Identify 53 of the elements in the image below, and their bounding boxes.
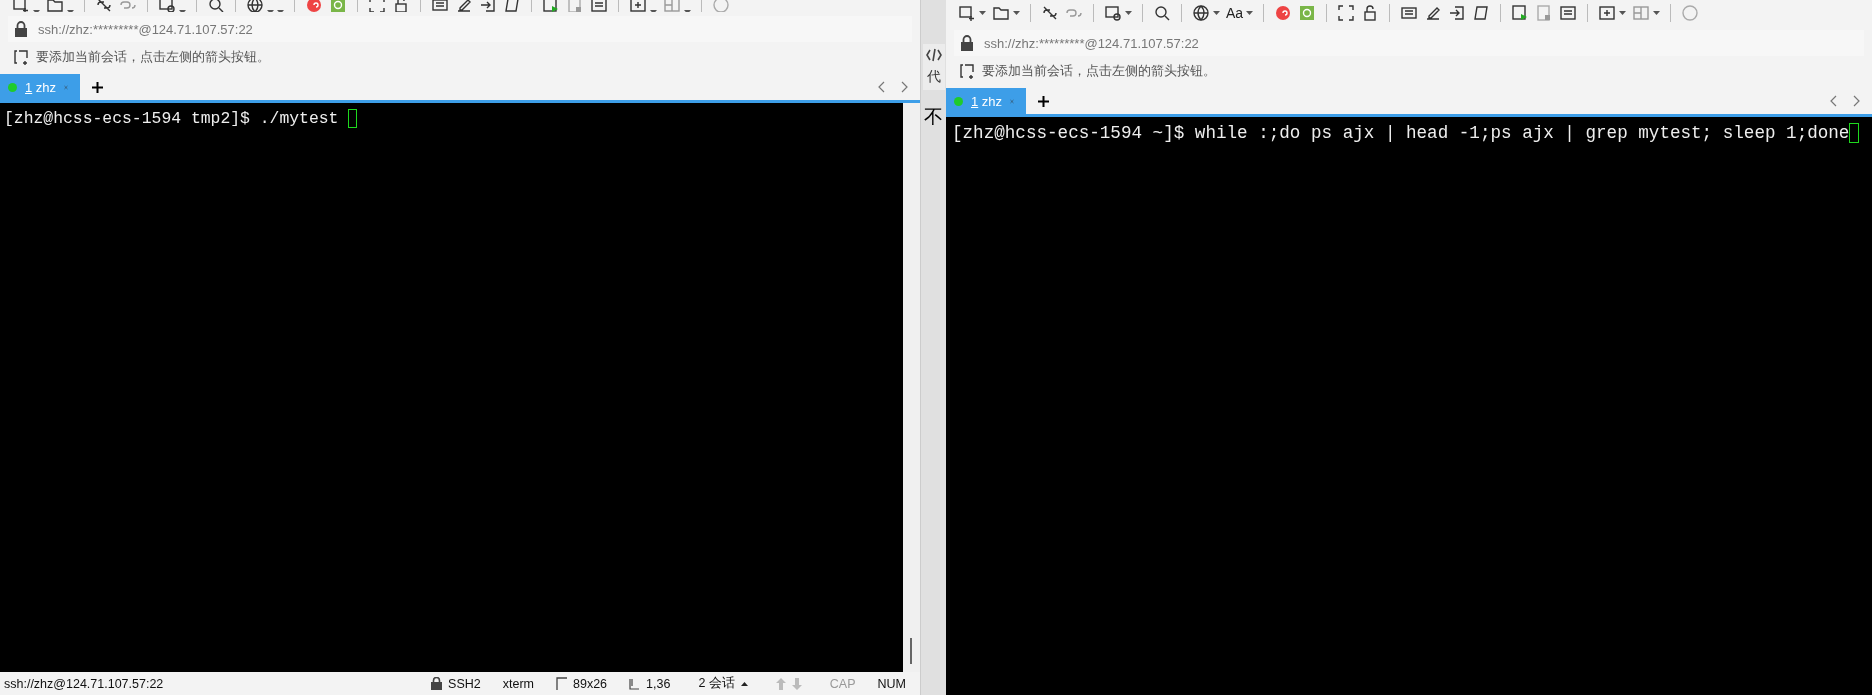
cursor-position-text: 1,36: [646, 676, 671, 691]
spiral-icon[interactable]: [1274, 4, 1293, 22]
globe-icon[interactable]: [1192, 4, 1210, 22]
protocol-text: SSH2: [448, 676, 481, 691]
num-lock-indicator: NUM: [877, 676, 906, 691]
cursor: [1849, 123, 1860, 143]
window-plus-icon[interactable]: [958, 4, 976, 22]
terminal[interactable]: [zhz@hcss-ecs-1594 tmp2]$ ./mytest: [0, 103, 903, 672]
caret-icon[interactable]: [1013, 11, 1020, 15]
caret-icon[interactable]: [1125, 11, 1132, 15]
cursor: [348, 109, 358, 128]
terminal-type-text: xterm: [502, 676, 534, 691]
sessions-text[interactable]: 2 会话: [698, 675, 735, 692]
add-session-icon[interactable]: [14, 49, 30, 65]
caret-icon[interactable]: [979, 11, 986, 15]
terminal-line: [zhz@hcss-ecs-1594 ~]$ while :;do ps ajx | head -1;ps ajx | grep mytest; sleep 1;done: [952, 123, 1850, 143]
folder-icon[interactable]: [992, 4, 1010, 22]
code-icon: [925, 48, 942, 62]
lock-icon: [431, 677, 443, 690]
window-gear-icon[interactable]: [1104, 4, 1122, 22]
side-text: 不: [924, 104, 943, 129]
lock-icon: [960, 35, 974, 51]
add-session-icon[interactable]: [960, 63, 976, 79]
search-icon[interactable]: [1153, 4, 1171, 22]
caret-icon[interactable]: [1653, 11, 1661, 15]
caps-lock-indicator: CAP: [829, 676, 856, 691]
caret-icon[interactable]: [1619, 11, 1627, 15]
terminal[interactable]: [zhz@hcss-ecs-1594 ~]$ while :;do ps ajx | head -1;ps ajx | grep mytest; sleep 1;done: [946, 117, 1872, 695]
scrollbar-thumb[interactable]: [910, 638, 912, 664]
plus-box-icon[interactable]: [1598, 4, 1617, 22]
address-field[interactable]: ssh://zhz:*********@124.71.107.57:22: [8, 16, 912, 42]
lock-icon: [14, 21, 28, 37]
caret-icon[interactable]: [1246, 11, 1254, 15]
hint-text: 要添加当前会话，点击左侧的箭头按钮。: [982, 62, 1216, 80]
resize-icon: [556, 677, 567, 690]
hint-text: 要添加当前会话，点击左侧的箭头按钮。: [36, 48, 270, 66]
caret-up-icon[interactable]: [740, 681, 748, 686]
size-text: 89x26: [573, 676, 608, 691]
add-tab-icon[interactable]: [92, 81, 103, 93]
address-field[interactable]: ssh://zhz:*********@124.71.107.57:22: [954, 30, 1864, 56]
broken-link-icon[interactable]: [1041, 4, 1059, 22]
scroll-tabs-icon[interactable]: [1830, 95, 1860, 107]
scroll-tabs-icon[interactable]: [878, 81, 908, 93]
cursor-position-icon: [629, 677, 641, 690]
caret-icon[interactable]: [1213, 11, 1220, 15]
font-button[interactable]: Aa: [1226, 5, 1244, 21]
terminal-line: [zhz@hcss-ecs-1594 tmp2]$ ./mytest: [4, 109, 340, 128]
list-icon[interactable]: [1559, 4, 1578, 22]
expand-icon[interactable]: [1337, 4, 1356, 22]
exit-icon[interactable]: [1448, 4, 1467, 22]
connection-text: ssh://zhz@124.71.107.57:22: [4, 676, 164, 691]
code-side-tab[interactable]: 代: [922, 44, 945, 90]
add-tab-icon[interactable]: [1038, 95, 1049, 107]
